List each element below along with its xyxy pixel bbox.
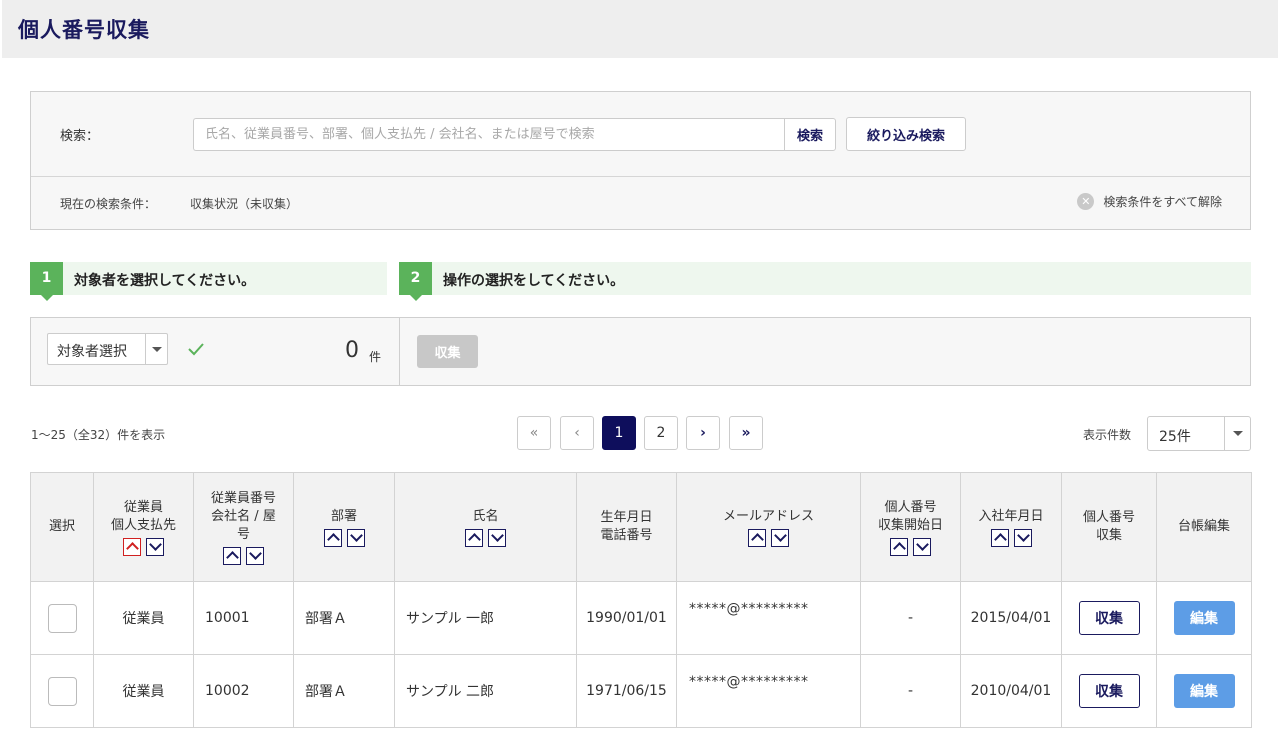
- sort-asc-icon[interactable]: [465, 528, 483, 547]
- page-1-button[interactable]: 1: [602, 416, 636, 450]
- cell-birth: 1971/06/15: [576, 654, 677, 728]
- header-number: 従業員番号 会社名 / 屋号: [193, 472, 294, 582]
- chevron-down-icon: [1224, 417, 1250, 450]
- sort-desc-icon[interactable]: [246, 546, 264, 565]
- page-title: 個人番号収集: [18, 18, 150, 42]
- step-1-number: 1: [30, 262, 63, 301]
- chevron-down-icon: [145, 334, 167, 364]
- sort-desc-icon[interactable]: [913, 537, 931, 556]
- sort-desc-icon[interactable]: [1013, 528, 1032, 547]
- cell-email: *****@*********: [676, 654, 861, 728]
- cell-join: 2015/04/01: [960, 581, 1062, 655]
- search-row: 検索： 検索 絞り込み検索: [31, 92, 1250, 177]
- selected-count: 0: [345, 338, 359, 363]
- selected-count-unit: 件: [369, 350, 382, 364]
- panel-divider: [399, 318, 400, 385]
- step-2-number: 2: [399, 262, 432, 301]
- header-edit: 台帳編集: [1156, 472, 1252, 582]
- cell-start: -: [860, 654, 961, 728]
- search-button[interactable]: 検索: [784, 118, 836, 151]
- clear-all-conditions[interactable]: ✕ 検索条件をすべて解除: [1077, 193, 1222, 210]
- header-email: メールアドレス: [676, 472, 861, 582]
- sort-asc-icon[interactable]: [890, 537, 908, 556]
- target-select-value: 対象者選択: [57, 344, 127, 360]
- header-collect: 個人番号 収集: [1061, 472, 1157, 582]
- collect-button[interactable]: 収集: [1078, 601, 1140, 635]
- target-select-dropdown[interactable]: 対象者選択: [47, 333, 168, 365]
- selection-panel: 対象者選択 0 件 収集: [30, 317, 1251, 386]
- sort-asc-icon[interactable]: [223, 546, 241, 565]
- clear-icon: ✕: [1077, 193, 1095, 210]
- sort-asc-icon[interactable]: [123, 537, 141, 556]
- per-page-label: 表示件数: [1083, 428, 1132, 442]
- row-checkbox[interactable]: [47, 603, 77, 633]
- header-type: 従業員 個人支払先: [93, 472, 194, 582]
- header-start: 個人番号 収集開始日: [860, 472, 961, 582]
- cell-dept: 部署Ａ: [293, 654, 395, 728]
- cell-start: -: [860, 581, 961, 655]
- edit-button[interactable]: 編集: [1173, 674, 1235, 708]
- header-birth: 生年月日 電話番号: [576, 472, 677, 582]
- table-row: 従業員 10002 部署Ａ サンプル 二郎 1971/06/15 *****@*…: [30, 654, 1252, 728]
- next-page-button[interactable]: ›: [686, 416, 720, 450]
- cell-number: 10001: [193, 581, 294, 655]
- header-join: 入社年月日: [960, 472, 1062, 582]
- sort-desc-icon[interactable]: [146, 537, 164, 556]
- page-2-button[interactable]: 2: [644, 416, 678, 450]
- sort-desc-icon[interactable]: [771, 528, 789, 547]
- step-2: 2 操作の選択をしてください。: [399, 262, 1251, 301]
- sort-asc-icon[interactable]: [990, 528, 1009, 547]
- checkmark-icon: [188, 343, 204, 356]
- condition-value: 収集状況（未収集）: [190, 197, 299, 211]
- step-1: 1 対象者を選択してください。: [30, 262, 387, 301]
- cell-join: 2010/04/01: [960, 654, 1062, 728]
- table-header-row: 選択 従業員 個人支払先 従業員番号 会社名 / 屋号 部署 氏名 生年月日 電…: [30, 472, 1252, 582]
- page-header: 個人番号収集: [2, 0, 1278, 58]
- cell-number: 10002: [193, 654, 294, 728]
- header-dept: 部署: [293, 472, 395, 582]
- search-label: 検索：: [60, 129, 100, 144]
- sort-desc-icon[interactable]: [488, 528, 506, 547]
- cell-name: サンプル 一郎: [394, 581, 577, 655]
- search-input[interactable]: [193, 118, 786, 151]
- result-range: 1～25（全32）件を表示: [31, 428, 166, 442]
- first-page-button[interactable]: «: [517, 416, 551, 450]
- last-page-button[interactable]: »: [729, 416, 763, 450]
- header-name: 氏名: [394, 472, 577, 582]
- cell-dept: 部署Ａ: [293, 581, 395, 655]
- search-conditions: 現在の検索条件： 収集状況（未収集） ✕ 検索条件をすべて解除: [31, 178, 1250, 230]
- edit-button[interactable]: 編集: [1173, 601, 1235, 635]
- condition-label: 現在の検索条件：: [60, 197, 157, 211]
- row-checkbox[interactable]: [47, 676, 77, 706]
- step-1-text: 対象者を選択してください。: [74, 273, 256, 289]
- cell-name: サンプル 二郎: [394, 654, 577, 728]
- filter-search-button[interactable]: 絞り込み検索: [846, 117, 966, 151]
- cell-type: 従業員: [93, 654, 194, 728]
- per-page-value: 25件: [1159, 429, 1191, 445]
- table-row: 従業員 10001 部署Ａ サンプル 一郎 1990/01/01 *****@*…: [30, 581, 1252, 655]
- employee-table: 選択 従業員 個人支払先 従業員番号 会社名 / 屋号 部署 氏名 生年月日 電…: [30, 472, 1252, 728]
- sort-desc-icon[interactable]: [346, 528, 365, 547]
- sort-asc-icon[interactable]: [748, 528, 766, 547]
- per-page-select[interactable]: 25件: [1147, 416, 1251, 451]
- cell-type: 従業員: [93, 581, 194, 655]
- collect-button[interactable]: 収集: [1078, 674, 1140, 708]
- header-select: 選択: [30, 472, 94, 582]
- sort-asc-icon[interactable]: [323, 528, 342, 547]
- search-panel: 検索： 検索 絞り込み検索 現在の検索条件： 収集状況（未収集） ✕ 検索条件を…: [30, 91, 1251, 230]
- clear-all-label: 検索条件をすべて解除: [1103, 195, 1222, 209]
- cell-email: *****@*********: [676, 581, 861, 655]
- cell-birth: 1990/01/01: [576, 581, 677, 655]
- bulk-collect-button[interactable]: 収集: [417, 335, 478, 368]
- prev-page-button[interactable]: ‹: [560, 416, 594, 450]
- step-2-text: 操作の選択をしてください。: [443, 273, 625, 289]
